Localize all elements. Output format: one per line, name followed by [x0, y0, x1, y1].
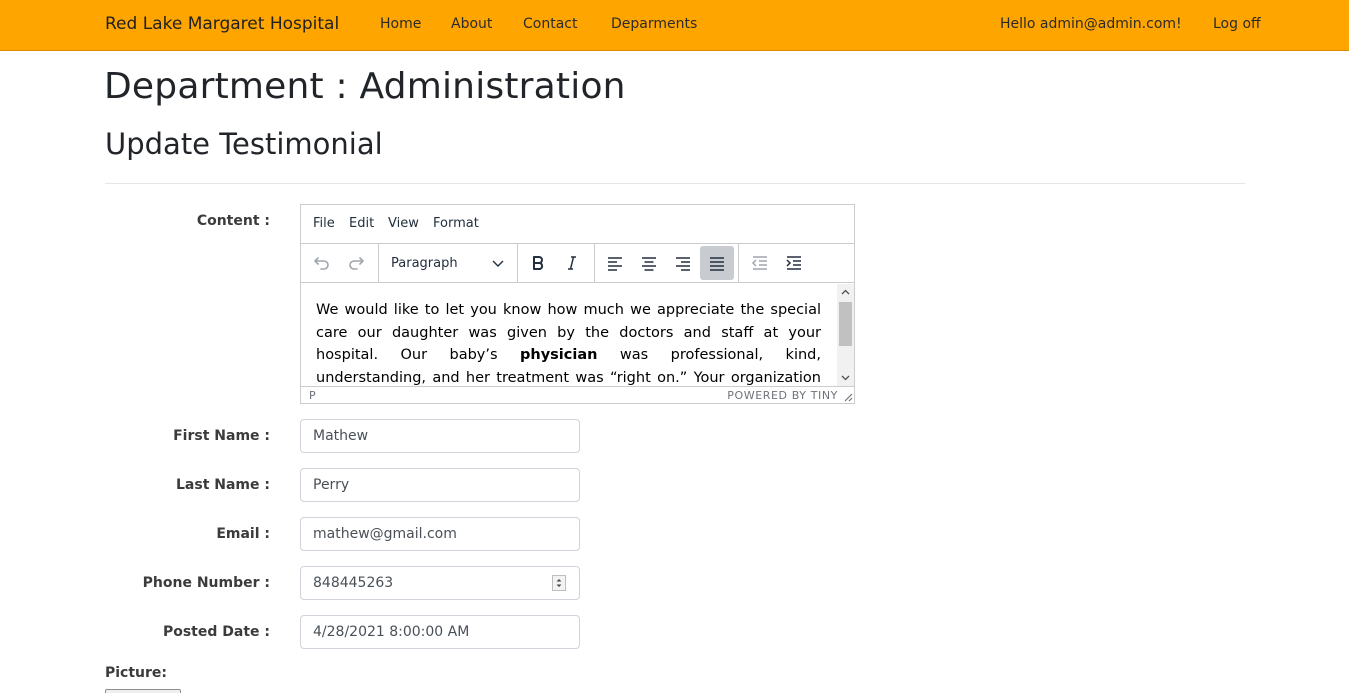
- scroll-down-arrow[interactable]: [837, 370, 854, 386]
- align-left-button[interactable]: [598, 246, 632, 280]
- powered-by-link[interactable]: POWERED BY TINY: [727, 389, 838, 402]
- italic-icon: [568, 256, 576, 270]
- phone-number-value: 848445263: [313, 575, 394, 591]
- editor-statusbar: P POWERED BY TINY: [301, 386, 854, 403]
- toolbar-separator: [738, 244, 739, 283]
- phone-label: Phone Number :: [142, 575, 270, 591]
- toolbar-separator: [517, 244, 518, 283]
- rich-text-editor: File Edit View Format Paragraph We would…: [300, 204, 855, 404]
- undo-icon: [314, 257, 329, 270]
- content-label: Content :: [196, 213, 270, 229]
- email-input[interactable]: mathew@gmail.com: [300, 517, 580, 551]
- toolbar-separator: [378, 244, 379, 283]
- element-path[interactable]: P: [309, 389, 316, 402]
- posted-date-input[interactable]: 4/28/2021 8:00:00 AM: [300, 615, 580, 649]
- bold-icon: [533, 256, 544, 270]
- align-justify-button[interactable]: [700, 246, 734, 280]
- align-right-button[interactable]: [666, 246, 700, 280]
- italic-button[interactable]: [555, 246, 589, 280]
- last-name-label: Last Name :: [176, 477, 270, 493]
- nav-about[interactable]: About: [451, 16, 492, 32]
- menu-view[interactable]: View: [388, 216, 419, 231]
- editor-menubar: File Edit View Format: [301, 205, 854, 244]
- number-spinner[interactable]: [552, 575, 566, 591]
- scroll-thumb[interactable]: [839, 302, 852, 346]
- page-subtitle: Update Testimonial: [105, 127, 383, 161]
- nav-departments[interactable]: Deparments: [611, 16, 697, 32]
- picture-label: Picture:: [105, 665, 168, 681]
- last-name-input[interactable]: Perry: [300, 468, 580, 502]
- chevron-down-icon: [841, 375, 850, 381]
- chevron-down-icon: [492, 260, 504, 267]
- align-center-icon: [642, 257, 656, 271]
- logoff-link[interactable]: Log off: [1213, 16, 1261, 32]
- block-format-value: Paragraph: [391, 255, 458, 271]
- editor-content-area[interactable]: We would like to let you know how much w…: [301, 284, 854, 386]
- divider: [105, 183, 1245, 184]
- email-label: Email :: [216, 526, 270, 542]
- indent-icon: [786, 256, 801, 270]
- menu-file[interactable]: File: [313, 216, 335, 231]
- menu-edit[interactable]: Edit: [349, 216, 374, 231]
- chevron-up-icon: [841, 289, 850, 295]
- bold-text: physician: [520, 347, 598, 364]
- posted-date-label: Posted Date :: [162, 624, 270, 640]
- align-right-icon: [676, 257, 690, 271]
- spinner-arrows-icon: [556, 579, 562, 587]
- align-justify-icon: [710, 257, 724, 271]
- scroll-up-arrow[interactable]: [837, 284, 854, 300]
- outdent-icon: [751, 256, 767, 270]
- redo-icon: [349, 257, 364, 270]
- menu-format[interactable]: Format: [433, 216, 479, 231]
- toolbar-separator: [594, 244, 595, 283]
- block-format-select[interactable]: Paragraph: [383, 246, 513, 280]
- user-greeting-link[interactable]: Hello admin@admin.com!: [1000, 16, 1182, 32]
- first-name-input[interactable]: Mathew: [300, 419, 580, 453]
- editor-paragraph: We would like to let you know how much w…: [316, 299, 821, 386]
- align-center-button[interactable]: [632, 246, 666, 280]
- brand-link[interactable]: Red Lake Margaret Hospital: [105, 14, 339, 34]
- bold-button[interactable]: [521, 246, 555, 280]
- align-left-icon: [608, 257, 622, 271]
- phone-number-input[interactable]: 848445263: [300, 566, 580, 600]
- first-name-label: First Name :: [173, 428, 270, 444]
- undo-button[interactable]: [305, 246, 339, 280]
- outdent-button[interactable]: [743, 246, 777, 280]
- nav-home[interactable]: Home: [380, 16, 421, 32]
- indent-button[interactable]: [777, 246, 811, 280]
- resize-handle-icon[interactable]: [844, 393, 853, 402]
- editor-scrollbar[interactable]: [837, 284, 854, 386]
- editor-toolbar: Paragraph: [301, 244, 854, 283]
- nav-contact[interactable]: Contact: [523, 16, 577, 32]
- choose-file-button[interactable]: [105, 689, 181, 693]
- page-title: Department : Administration: [104, 66, 626, 107]
- redo-button[interactable]: [339, 246, 373, 280]
- top-navbar: Red Lake Margaret Hospital Home About Co…: [0, 0, 1349, 51]
